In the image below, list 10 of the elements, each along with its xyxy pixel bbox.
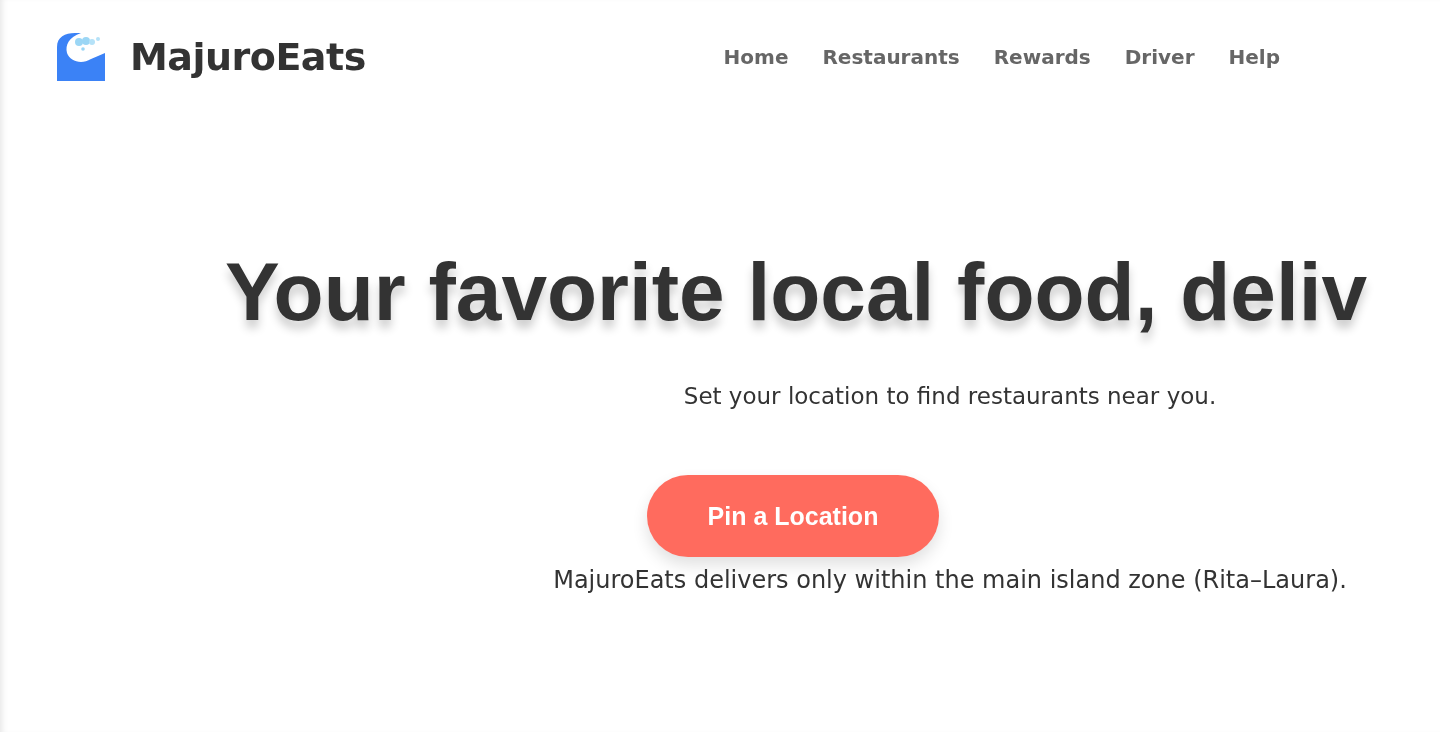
nav-link[interactable]: Help [1228, 45, 1280, 69]
nav-link[interactable]: Driver [1124, 45, 1195, 69]
hero-subtitle: Set your location to find restaurants near you. [683, 383, 1217, 409]
brand-name[interactable]: MajuroEats [130, 35, 366, 79]
wave-logo-icon [57, 33, 105, 81]
nav-link[interactable]: Home [723, 45, 789, 69]
delivery-note: MajuroEats delivers only within the main island zone (Rita–Laura). [552, 565, 1348, 596]
nav-link[interactable]: Rewards [993, 45, 1091, 69]
nav-link[interactable]: Restaurants [822, 45, 960, 69]
hero-headline: Your favorite local food, deliv [225, 251, 1368, 333]
